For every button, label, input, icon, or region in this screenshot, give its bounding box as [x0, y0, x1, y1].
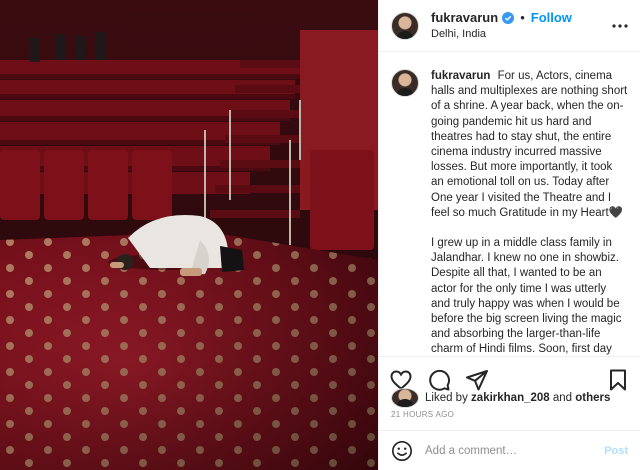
caption-paragraph-1: fukravarun For us, Actors, cinema halls …: [431, 69, 628, 221]
caption-text: fukravarun For us, Actors, cinema halls …: [431, 69, 628, 355]
caption-scroll-area[interactable]: fukravarun For us, Actors, cinema halls …: [379, 53, 640, 355]
header-text: fukravarun • Follow Delhi, India: [431, 10, 572, 41]
liker-avatar[interactable]: [391, 388, 419, 408]
verified-badge-icon: [502, 11, 515, 24]
liked-by-label: Liked by: [425, 392, 468, 404]
caption-username[interactable]: fukravarun: [431, 70, 490, 82]
caption-paragraph-2: I grew up in a middle class family in Ja…: [431, 237, 622, 355]
user-avatar[interactable]: [391, 11, 419, 40]
post-header: fukravarun • Follow Delhi, India: [379, 0, 640, 52]
header-row: fukravarun • Follow: [431, 10, 572, 26]
theatre-photo-illustration: [0, 0, 378, 470]
likes-summary: Liked by zakirkhan_208 and others: [391, 388, 628, 408]
username-link[interactable]: fukravarun: [431, 10, 498, 26]
caption-avatar[interactable]: [391, 69, 419, 97]
comment-input[interactable]: [425, 444, 605, 457]
follow-button[interactable]: Follow: [531, 10, 572, 26]
emoji-icon[interactable]: [391, 440, 413, 462]
post-photo[interactable]: [0, 0, 378, 470]
likes-others-link[interactable]: others: [575, 392, 610, 404]
post-comment-button[interactable]: Post: [604, 445, 628, 457]
post-details-panel: fukravarun • Follow Delhi, India fukrava…: [378, 0, 640, 470]
liker-username[interactable]: zakirkhan_208: [471, 392, 550, 404]
more-options-icon[interactable]: [612, 19, 628, 33]
comment-bar: Post: [379, 430, 640, 470]
caption-body-1: For us, Actors, cinema halls and multipl…: [431, 70, 628, 219]
post-timestamp[interactable]: 21 HOURS AGO: [391, 410, 454, 419]
location-link[interactable]: Delhi, India: [431, 28, 572, 41]
likes-connector: and: [552, 392, 573, 404]
separator-dot: •: [520, 10, 525, 26]
